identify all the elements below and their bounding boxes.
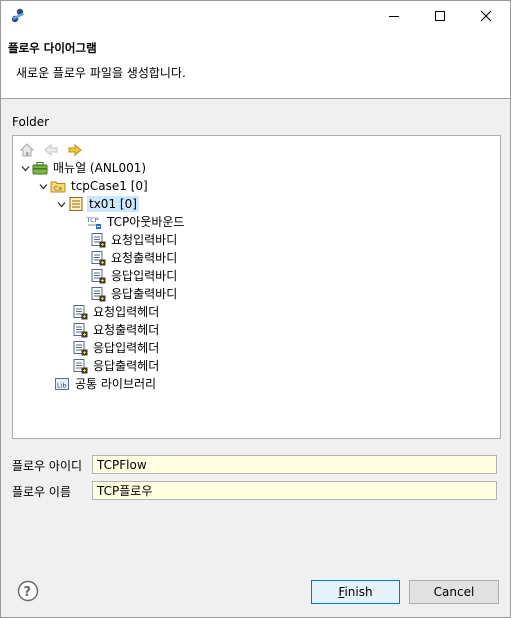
minimize-button[interactable]: [371, 1, 417, 31]
tree-node-transaction[interactable]: tx01 [0]: [54, 195, 139, 213]
tree-node-library[interactable]: Lib 공통 라이브러리: [54, 375, 156, 393]
wizard-title: 플로우 다이어그램: [8, 41, 97, 55]
tcp-outbound-icon: TCP: [86, 214, 102, 230]
wizard-description: 새로운 플로우 파일을 생성합니다.: [16, 66, 186, 80]
wizard-header: 플로우 다이어그램 새로운 플로우 파일을 생성합니다.: [1, 31, 510, 99]
tree-node-label: 응답출력바디: [111, 287, 178, 301]
tree-node-label: tx01 [0]: [87, 196, 139, 212]
tree-node-document[interactable]: 요청출력헤더: [72, 321, 159, 339]
tree-node-case[interactable]: Ca tcpCase1 [0]: [36, 177, 148, 195]
tree-node-project[interactable]: 매뉴얼 (ANL001): [18, 159, 146, 177]
svg-text:Ca: Ca: [54, 186, 62, 193]
tree-node-document[interactable]: 요청출력바디: [90, 249, 177, 267]
tree-node-document[interactable]: 응답출력헤더: [72, 357, 159, 375]
transaction-icon: [68, 196, 84, 212]
app-logo-icon: [9, 7, 27, 25]
document-icon: [90, 232, 106, 248]
tree-toolbar: [18, 141, 84, 159]
document-icon: [72, 304, 88, 320]
tree-node-document[interactable]: 응답입력헤더: [72, 339, 159, 357]
close-button[interactable]: [463, 1, 509, 31]
flow-name-label: 플로우 이름: [12, 485, 72, 499]
chevron-down-icon[interactable]: [54, 195, 68, 213]
document-icon: [90, 268, 106, 284]
finish-button[interactable]: Finish: [311, 580, 400, 604]
help-icon[interactable]: ?: [17, 580, 39, 602]
finish-label: inish: [344, 585, 373, 599]
svg-text:TCP: TCP: [86, 216, 99, 224]
folder-tree[interactable]: 매뉴얼 (ANL001) Ca tcpCase1 [0] tx01 [0] TC…: [12, 135, 501, 439]
back-arrow-icon[interactable]: [42, 141, 60, 159]
flow-id-input[interactable]: [92, 455, 497, 474]
flow-name-input[interactable]: [92, 481, 497, 500]
tree-node-document[interactable]: 응답출력바디: [90, 285, 177, 303]
tree-node-label: 요청입력헤더: [93, 305, 160, 319]
dialog-window: 플로우 다이어그램 새로운 플로우 파일을 생성합니다. Folder 매뉴얼 …: [0, 0, 511, 618]
tree-node-label: 응답출력헤더: [93, 359, 160, 373]
document-icon: [72, 322, 88, 338]
forward-arrow-icon[interactable]: [66, 141, 84, 159]
tree-node-label: 공통 라이브러리: [75, 377, 157, 391]
tree-node-label: 요청출력헤더: [93, 323, 160, 337]
tree-node-tcp-outbound[interactable]: TCP TCP아웃바운드: [86, 213, 184, 231]
document-icon: [72, 340, 88, 356]
chevron-down-icon[interactable]: [36, 177, 50, 195]
tree-node-document[interactable]: 요청입력헤더: [72, 303, 159, 321]
chevron-down-icon[interactable]: [18, 159, 32, 177]
title-bar: [1, 1, 510, 31]
flow-id-label: 플로우 아이디: [12, 459, 83, 473]
tree-node-label: 매뉴얼 (ANL001): [53, 161, 147, 175]
project-icon: [32, 160, 48, 176]
home-icon[interactable]: [18, 141, 36, 159]
tree-node-document[interactable]: 응답입력바디: [90, 267, 177, 285]
tree-node-label: tcpCase1 [0]: [71, 179, 148, 193]
cancel-button[interactable]: Cancel: [409, 580, 499, 604]
tree-node-label: 응답입력바디: [111, 269, 178, 283]
library-icon: Lib: [54, 376, 70, 392]
tree-node-label: 요청입력바디: [111, 233, 178, 247]
folder-label: Folder: [12, 115, 50, 129]
tree-node-label: TCP아웃바운드: [107, 215, 185, 229]
svg-text:?: ?: [24, 585, 32, 600]
document-icon: [90, 286, 106, 302]
document-icon: [90, 250, 106, 266]
case-folder-icon: Ca: [50, 178, 66, 194]
maximize-button[interactable]: [417, 1, 463, 31]
tree-node-label: 응답입력헤더: [93, 341, 160, 355]
tree-node-document[interactable]: 요청입력바디: [90, 231, 177, 249]
document-icon: [72, 358, 88, 374]
tree-node-label: 요청출력바디: [111, 251, 178, 265]
svg-text:Lib: Lib: [57, 382, 67, 390]
